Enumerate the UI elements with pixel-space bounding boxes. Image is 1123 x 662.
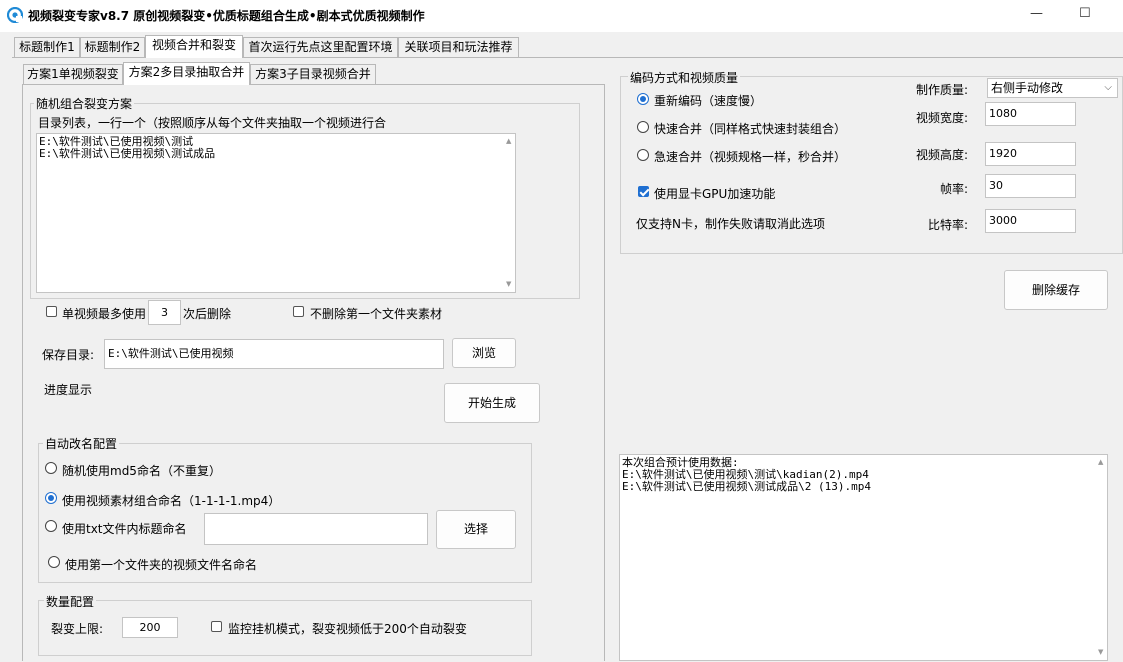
subtab-plan-1[interactable]: 方案1单视频裂变 — [23, 64, 123, 84]
ultra-merge-label: 急速合并（视频规格一样，秒合并） — [654, 150, 847, 164]
browse-button[interactable]: 浏览 — [452, 338, 516, 368]
select-file-button[interactable]: 选择 — [436, 510, 516, 549]
dir-list-hint: 目录列表，一行一个（按照顺序从每个文件夹抽取一个视频进行合 — [38, 116, 387, 130]
max-use-suffix: 次后删除 — [183, 307, 232, 321]
gpu-label: 使用显卡GPU加速功能 — [654, 187, 776, 201]
tab-title-1[interactable]: 标题制作1 — [14, 37, 80, 57]
app-logo-icon — [6, 6, 24, 24]
quality-label: 制作质量: — [916, 83, 969, 97]
log-scroll-up-icon[interactable]: ▲ — [1098, 458, 1103, 466]
rename-group-title: 自动改名配置 — [43, 435, 120, 452]
chevron-down-icon: ⌵ — [1104, 82, 1112, 93]
log-scroll-down-icon[interactable]: ▼ — [1098, 648, 1103, 656]
limit-label: 裂变上限: — [51, 622, 104, 636]
maximize-button[interactable]: ☐ — [1079, 6, 1091, 21]
bitrate-input[interactable]: 3000 — [985, 209, 1076, 233]
quantity-group-title: 数量配置 — [44, 593, 97, 610]
max-use-checkbox[interactable] — [46, 306, 57, 317]
tab-first-run-config[interactable]: 首次运行先点这里配置环境 — [243, 37, 398, 57]
no-delete-first-checkbox[interactable] — [293, 306, 304, 317]
rename-md5-label: 随机使用md5命名（不重复） — [62, 464, 221, 478]
tab-title-2[interactable]: 标题制作2 — [80, 37, 145, 57]
width-label: 视频宽度: — [916, 111, 969, 125]
height-label: 视频高度: — [916, 148, 969, 162]
fps-label: 帧率: — [940, 182, 969, 196]
subtab-plan-3[interactable]: 方案3子目录视频合并 — [250, 64, 376, 84]
tab-video-merge[interactable]: 视频合并和裂变 — [145, 35, 243, 58]
no-delete-first-label: 不删除第一个文件夹素材 — [310, 307, 443, 321]
bitrate-label: 比特率: — [928, 218, 969, 232]
fast-merge-radio[interactable] — [637, 121, 649, 133]
save-dir-label: 保存目录: — [42, 348, 95, 362]
limit-input[interactable]: 200 — [122, 617, 178, 638]
quality-select-value: 右侧手动修改 — [991, 81, 1064, 95]
rename-txt-label: 使用txt文件内标题命名 — [62, 522, 187, 536]
monitor-label: 监控挂机模式，裂变视频低于200个自动裂变 — [228, 622, 467, 636]
height-input[interactable]: 1920 — [985, 142, 1076, 166]
width-input[interactable]: 1080 — [985, 102, 1076, 126]
re-encode-radio[interactable] — [637, 93, 649, 105]
txt-file-input[interactable] — [204, 513, 428, 545]
nvidia-note: 仅支持N卡，制作失败请取消此选项 — [636, 217, 825, 231]
start-generate-button[interactable]: 开始生成 — [444, 383, 540, 423]
dir-list-textarea[interactable]: E:\软件测试\已使用视频\测试 E:\软件测试\已使用视频\测试成品 — [36, 133, 516, 293]
fps-input[interactable]: 30 — [985, 174, 1076, 198]
rename-txt-radio[interactable] — [45, 520, 57, 532]
minimize-button[interactable]: — — [1030, 6, 1043, 21]
scroll-up-icon[interactable]: ▲ — [506, 137, 511, 145]
subtab-plan-2[interactable]: 方案2多目录抽取合并 — [123, 62, 250, 85]
fast-merge-label: 快速合并（同样格式快速封装组合） — [654, 122, 847, 136]
progress-label: 进度显示 — [44, 383, 93, 397]
max-use-label: 单视频最多使用 — [62, 307, 147, 321]
gpu-checkbox[interactable] — [638, 186, 649, 197]
re-encode-label: 重新编码（速度慢） — [654, 94, 763, 108]
rename-first-folder-radio[interactable] — [48, 556, 60, 568]
rename-md5-radio[interactable] — [45, 462, 57, 474]
log-output[interactable]: 本次组合预计使用数据: E:\软件测试\已使用视频\测试\kadian(2).m… — [619, 454, 1108, 661]
tab-related-projects[interactable]: 关联项目和玩法推荐 — [398, 37, 519, 57]
monitor-checkbox[interactable] — [211, 621, 222, 632]
encoding-group-title: 编码方式和视频质量 — [628, 69, 741, 86]
rename-first-folder-label: 使用第一个文件夹的视频文件名命名 — [65, 558, 258, 572]
clear-cache-button[interactable]: 删除缓存 — [1004, 270, 1108, 310]
rename-combo-label: 使用视频素材组合命名（1-1-1-1.mp4） — [62, 494, 281, 508]
ultra-merge-radio[interactable] — [637, 149, 649, 161]
rename-combo-radio[interactable] — [45, 492, 57, 504]
random-group-title: 随机组合裂变方案 — [34, 95, 135, 112]
save-dir-input[interactable]: E:\软件测试\已使用视频 — [104, 339, 444, 369]
scroll-down-icon[interactable]: ▼ — [506, 280, 511, 288]
max-use-input[interactable]: 3 — [148, 300, 181, 325]
quality-select[interactable]: 右侧手动修改 ⌵ — [987, 78, 1118, 98]
window-title: 视频裂变专家v8.7 原创视频裂变•优质标题组合生成•剧本式优质视频制作 — [28, 9, 425, 23]
